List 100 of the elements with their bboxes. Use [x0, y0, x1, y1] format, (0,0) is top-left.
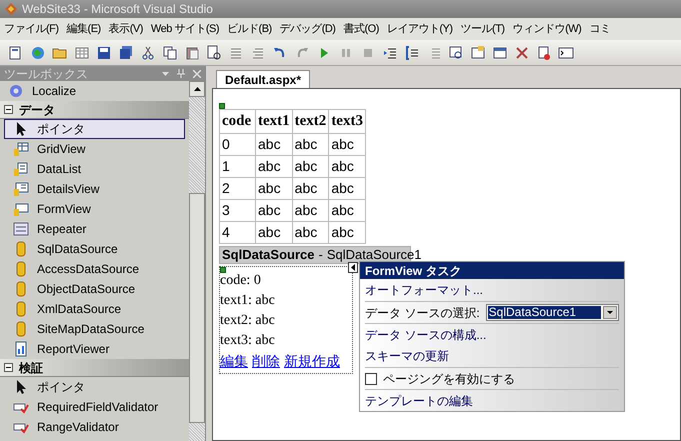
task-link[interactable]: テンプレートの編集	[365, 392, 473, 410]
table-cell: 1	[220, 155, 256, 177]
column-header: code	[220, 110, 256, 133]
toolbox-item[interactable]: Repeater	[4, 219, 185, 239]
table-cell: abc	[328, 155, 366, 177]
toolbox-item[interactable]: XmlDataSource	[4, 299, 185, 319]
menu-item[interactable]: ビルド(B)	[223, 20, 276, 38]
column-header: text3	[328, 110, 366, 133]
document-search-icon[interactable]	[206, 44, 222, 60]
report-icon	[13, 341, 29, 357]
toolbox-item[interactable]: ポインタ	[4, 377, 185, 397]
menu-item[interactable]: 表示(V)	[104, 20, 147, 38]
menu-item[interactable]: コミ	[585, 20, 614, 38]
properties-icon[interactable]	[470, 44, 486, 60]
toolbox-item[interactable]: Localize	[0, 81, 189, 101]
control-id: SqlDataSource1	[326, 246, 422, 264]
table-cell: abc	[328, 177, 366, 199]
toolbox-item[interactable]: ポインタ	[4, 119, 185, 139]
field-text: text2: abc	[220, 312, 276, 330]
control-type: SqlDataSource	[222, 246, 314, 264]
toolbox-item[interactable]: GridView	[4, 139, 185, 159]
table-cell: 2	[220, 177, 256, 199]
window-icon[interactable]	[492, 44, 508, 60]
document-tab[interactable]: Default.aspx*	[216, 70, 310, 88]
collapse-arrow-icon[interactable]	[348, 262, 358, 273]
toolbox-item[interactable]: SiteMapDataSource	[4, 319, 185, 339]
menu-item[interactable]: Web サイト(S)	[146, 20, 224, 38]
console-icon[interactable]	[558, 44, 574, 60]
menu-item[interactable]: 書式(O)	[339, 20, 383, 38]
table-cell: abc	[256, 133, 292, 155]
find-icon[interactable]	[448, 44, 464, 60]
field-text: text3: abc	[220, 332, 276, 350]
category-label: データ	[19, 102, 55, 118]
toolbox-item[interactable]: FormView	[4, 199, 185, 219]
link[interactable]: 新規作成	[284, 352, 340, 372]
table-icon[interactable]	[74, 44, 90, 60]
selected-value: SqlDataSource1	[488, 306, 601, 319]
checkbox[interactable]	[365, 372, 377, 384]
toolbox-item[interactable]: RequiredFieldValidator	[4, 397, 185, 417]
separator-dash: -	[318, 246, 323, 264]
category-label: 検証	[19, 360, 43, 376]
task-link[interactable]: スキーマの更新	[365, 347, 449, 365]
toolbox-item[interactable]: SqlDataSource	[4, 239, 185, 259]
gear-icon	[8, 83, 24, 99]
table-cell: 3	[220, 199, 256, 221]
menu-item[interactable]: ツール(T)	[456, 20, 509, 38]
menu-item[interactable]: ウィンドウ(W)	[508, 20, 586, 38]
window-title: WebSite33 - Microsoft Visual Studio	[22, 1, 213, 18]
collapse-icon[interactable]	[4, 105, 13, 114]
toolbox-item[interactable]: DetailsView	[4, 179, 185, 199]
scroll-thumb[interactable]	[189, 193, 205, 423]
toolbox-item[interactable]: ObjectDataSource	[4, 279, 185, 299]
table-cell: abc	[292, 155, 329, 177]
panel-title: ツールボックス	[4, 66, 89, 82]
collapse-icon[interactable]	[4, 363, 13, 372]
menu-item[interactable]: レイアウト(Y)	[382, 20, 457, 38]
form-icon	[13, 201, 29, 217]
grid-icon	[13, 141, 29, 157]
table-cell: abc	[256, 155, 292, 177]
table-cell: abc	[328, 221, 366, 243]
save-all-icon[interactable]	[118, 44, 134, 60]
save-icon[interactable]	[96, 44, 112, 60]
globe-icon[interactable]	[30, 44, 46, 60]
table-cell: abc	[328, 133, 366, 155]
datasource-dropdown[interactable]: SqlDataSource1	[486, 304, 619, 321]
link[interactable]: 編集	[220, 352, 248, 372]
app-logo-icon	[4, 2, 18, 16]
table-cell: abc	[256, 199, 292, 221]
delete-document-icon[interactable]	[536, 44, 552, 60]
table-cell: 0	[220, 133, 256, 155]
toolbox-item[interactable]: RangeValidator	[4, 417, 185, 437]
toolbox-item[interactable]: AccessDataSource	[4, 259, 185, 279]
panel-title: FormView タスク	[360, 262, 624, 279]
details-icon	[13, 181, 29, 197]
toolbox-item[interactable]: DataList	[4, 159, 185, 179]
copy-icon[interactable]	[162, 44, 178, 60]
table-cell: abc	[292, 199, 329, 221]
menu-item[interactable]: ファイル(F)	[0, 20, 63, 38]
paste-icon[interactable]	[184, 44, 200, 60]
column-header: text2	[292, 110, 329, 133]
table-cell: abc	[256, 221, 292, 243]
bracket-icon[interactable]	[404, 44, 420, 60]
link[interactable]: 削除	[252, 352, 280, 372]
toolbox-item[interactable]: ReportViewer	[4, 339, 185, 359]
repeater-icon	[13, 221, 29, 237]
menu-item[interactable]: デバッグ(D)	[276, 20, 340, 38]
cut-icon[interactable]	[140, 44, 156, 60]
category-header[interactable]: データ	[0, 101, 189, 119]
scrollbar[interactable]	[189, 81, 205, 441]
smart-tag-glyph-icon[interactable]	[220, 266, 226, 272]
table-cell: abc	[292, 133, 329, 155]
scroll-up-button[interactable]	[189, 81, 205, 97]
category-header[interactable]: 検証	[0, 359, 189, 377]
table-cell: abc	[256, 177, 292, 199]
task-link[interactable]: データ ソースの構成...	[365, 326, 486, 344]
task-link[interactable]: オートフォーマット...	[365, 281, 484, 299]
menu-item[interactable]: 編集(E)	[62, 20, 105, 38]
field-text: code: 0	[220, 272, 262, 290]
field-label: データ ソースの選択:	[365, 304, 480, 322]
up-arrow-icon	[194, 87, 200, 91]
